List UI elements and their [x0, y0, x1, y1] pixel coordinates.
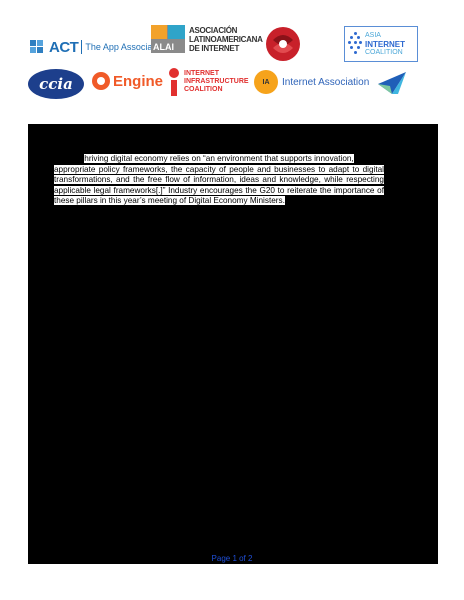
aic-line: INTERNET [365, 39, 405, 49]
asia-internet-coalition-logo: ASIA INTERNET COALITION [344, 26, 418, 62]
act-logo-word: ACT [49, 38, 79, 56]
alai-line: ASOCIACIÓN [189, 25, 238, 35]
iic-mark-icon [168, 68, 180, 96]
engine-logo-word: Engine [113, 72, 164, 90]
alai-mark-icon: ALAI [151, 25, 185, 53]
page-number: Page 1 of 2 [211, 554, 253, 563]
iic-line: COALITION [184, 86, 223, 93]
body-text: appropriate policy frameworks, the capac… [54, 164, 384, 206]
ia-mark-icon: IA [254, 70, 278, 94]
ccia-logo: ccia [28, 69, 84, 99]
iic-line: INFRASTRUCTURE [184, 78, 249, 85]
ia-mark-label: IA [262, 78, 270, 86]
act-mark-icon [30, 40, 46, 54]
body-paragraph: hriving digital economy relies on “an en… [54, 154, 384, 207]
document-page: ACT The App Association ALAI ASOCIACIÓN … [28, 22, 438, 564]
ia-logo-label: Internet Association [282, 76, 370, 88]
body-first-line: hriving digital economy relies on “an en… [84, 154, 354, 163]
iic-line: INTERNET [184, 70, 219, 77]
engine-ring-icon [92, 72, 110, 90]
alai-logo: ALAI ASOCIACIÓN LATINOAMERICANA DE INTER… [151, 25, 263, 53]
alai-box-label: ALAI [153, 42, 174, 52]
aic-line: COALITION [365, 48, 403, 56]
act-separator [81, 40, 83, 54]
arrow-logo-icon [378, 72, 406, 94]
red-knot-logo-icon [265, 26, 301, 62]
engine-logo: Engine [92, 72, 163, 90]
alai-line: LATINOAMERICANA [189, 34, 263, 44]
internet-infrastructure-coalition-logo: INTERNET INFRASTRUCTURE COALITION [168, 68, 249, 96]
aic-line: ASIA [365, 31, 381, 39]
logo-band: ACT The App Association ALAI ASOCIACIÓN … [28, 22, 438, 124]
alai-line: DE INTERNET [189, 43, 240, 53]
ccia-logo-word: ccia [39, 75, 73, 93]
aic-dots-icon [348, 32, 362, 56]
act-logo: ACT The App Association [30, 38, 167, 56]
internet-association-logo: IA Internet Association [254, 70, 369, 94]
